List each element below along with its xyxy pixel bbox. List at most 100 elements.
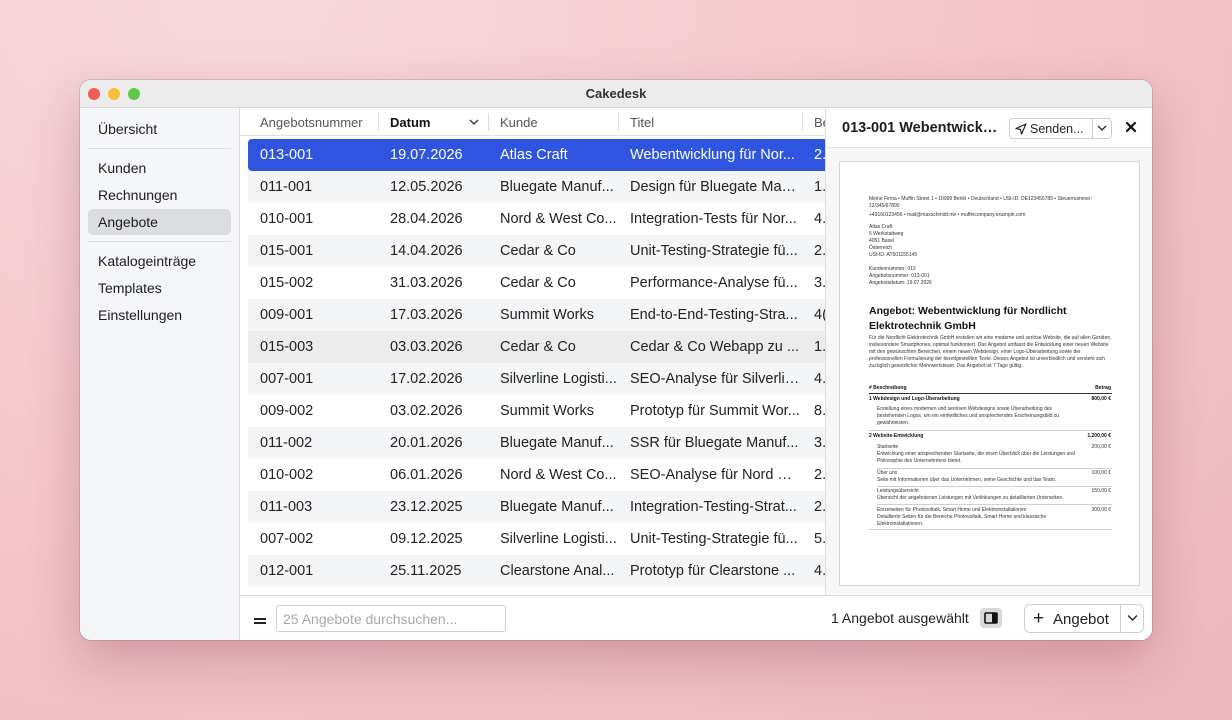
send-button[interactable]: Senden... [1009,118,1112,139]
cell-amount: 5. [814,531,825,547]
column-divider[interactable] [488,113,489,131]
column-divider[interactable] [378,113,379,131]
cell-amount: 8. [814,403,825,419]
table-row[interactable]: 015-003 03.03.2026 Cedar & Co Cedar & Co… [248,331,825,363]
doc-rule [877,486,1112,487]
column-header-betrag[interactable]: Be [814,115,825,130]
table-row[interactable]: 007-001 17.02.2026 Silverline Logisti...… [248,363,825,395]
table-row[interactable]: 015-001 14.04.2026 Cedar & Co Unit-Testi… [248,235,825,267]
cell-number: 010-001 [260,211,314,227]
table-row[interactable]: 010-001 28.04.2026 Nord & West Co... Int… [248,203,825,235]
column-header-titel[interactable]: Titel [630,115,654,130]
table-row[interactable]: 009-001 17.03.2026 Summit Works End-to-E… [248,299,825,331]
bottom-bar: 1 Angebot ausgewählt + Angebot [240,595,1152,640]
doc-rule [869,529,1112,530]
chevron-down-icon[interactable] [1097,125,1107,132]
table-row[interactable]: 007-002 09.12.2025 Silverline Logisti...… [248,523,825,555]
doc-meta-line: Kundennummer: 013 [869,266,916,272]
cell-customer: Atlas Craft [500,147,568,163]
cell-title: Integration-Tests für Nor... [630,211,797,227]
cell-amount: 2. [814,499,825,515]
table-row[interactable]: 011-003 23.12.2025 Bluegate Manuf... Int… [248,491,825,523]
sidebar-item-rechnungen[interactable]: Rechnungen [88,182,231,208]
table-row[interactable]: 009-002 03.02.2026 Summit Works Prototyp… [248,395,825,427]
send-icon [1015,123,1027,135]
sidebar-item-templates[interactable]: Templates [88,275,231,301]
cell-customer: Silverline Logisti... [500,371,617,387]
table-row[interactable]: 010-002 06.01.2026 Nord & West Co... SEO… [248,459,825,491]
cell-amount: 4( [814,307,825,323]
sidebar-separator [88,148,231,149]
sidebar-item-kunden[interactable]: Kunden [88,155,231,181]
doc-subitem-amount: 300,00 € [1091,507,1111,513]
document-preview[interactable]: Meine Firma • Muffin Street 1 • 10999 Be… [839,161,1140,586]
table-row[interactable]: 015-002 31.03.2026 Cedar & Co Performanc… [248,267,825,299]
button-divider [1092,119,1093,138]
table-row[interactable]: 013-001 19.07.2026 Atlas Craft Webentwic… [248,139,825,171]
detail-panel-toggle-icon[interactable] [980,608,1002,628]
plus-icon: + [1033,608,1045,629]
cell-number: 012-001 [260,563,314,579]
cell-date: 12.05.2026 [390,179,463,195]
column-header-datum[interactable]: Datum [390,115,430,130]
title-bar: Cakedesk [80,80,1152,108]
offers-table: Angebotsnummer Datum Kunde Titel Be 013-… [240,108,825,595]
cell-date: 19.07.2026 [390,147,463,163]
cell-date: 03.03.2026 [390,339,463,355]
doc-item-amount: 1.200,00 € [1087,433,1111,439]
add-offer-button[interactable]: + Angebot [1024,604,1144,633]
detail-panel: 013-001 Webentwicklung für Nordlicht Ele… [825,108,1152,595]
sidebar-item-uebersicht[interactable]: Übersicht [88,116,231,142]
cell-date: 17.02.2026 [390,371,463,387]
cell-amount: 1. [814,339,825,355]
cell-date: 28.04.2026 [390,211,463,227]
cell-title: Prototyp für Clearstone ... [630,563,796,579]
table-row[interactable]: 011-001 12.05.2026 Bluegate Manuf... Des… [248,171,825,203]
doc-contact-line: +49160123456 • mail@maxschmidt.me • muff… [869,212,1026,218]
cell-customer: Bluegate Manuf... [500,179,614,195]
doc-subitem-title: Leistungsübersicht [877,488,919,494]
cell-number: 009-002 [260,403,314,419]
cell-number: 007-002 [260,531,314,547]
chevron-down-icon[interactable] [468,115,480,129]
cell-date: 31.03.2026 [390,275,463,291]
cell-customer: Clearstone Anal... [500,563,615,579]
column-divider[interactable] [802,113,803,131]
cell-amount: 4. [814,371,825,387]
table-row[interactable]: 012-001 25.11.2025 Clearstone Anal... Pr… [248,555,825,587]
column-header-angebotsnummer[interactable]: Angebotsnummer [260,115,363,130]
chevron-down-icon[interactable] [1127,614,1138,622]
doc-heading: Angebot: Webentwicklung für Nordlicht El… [869,305,1067,332]
column-header-kunde[interactable]: Kunde [500,115,538,130]
cell-amount: 3. [814,435,825,451]
doc-address-line: Österreich [869,245,893,251]
search-input[interactable] [276,605,506,632]
send-button-label: Senden... [1030,122,1084,136]
cell-customer: Summit Works [500,403,594,419]
cell-number: 011-001 [260,179,313,195]
doc-col-description: # Beschreibung [869,385,907,391]
sidebar-item-angebote[interactable]: Angebote [88,209,231,235]
table-row[interactable]: 011-002 20.01.2026 Bluegate Manuf... SSR… [248,427,825,459]
doc-item-title: 1 Webdesign und Logo-Überarbeitung [869,396,960,402]
cell-title: Prototyp für Summit Wor... [630,403,800,419]
doc-subitem-title: Einzelseiten für Photovoltaik, Smart Hom… [877,507,1027,513]
cell-title: Unit-Testing-Strategie fü... [630,243,798,259]
cell-amount: 1. [814,179,825,195]
close-icon[interactable] [1124,120,1138,134]
app-window: Cakedesk Übersicht Kunden Rechnungen Ang… [80,80,1152,640]
cell-title: Webentwicklung für Nor... [630,147,795,163]
doc-intro: Für die Nordlicht Elektrotechnik GmbH er… [869,335,1112,369]
cell-number: 011-002 [260,435,313,451]
filter-icon[interactable] [254,618,266,625]
cell-amount: 2. [814,467,825,483]
sidebar-item-katalogeintraege[interactable]: Katalogeinträge [88,248,231,274]
cell-customer: Nord & West Co... [500,467,617,483]
window-title: Cakedesk [585,86,647,101]
doc-subitem-amount: 100,00 € [1091,470,1111,476]
doc-col-amount: Betrag [1095,385,1111,391]
cell-customer: Summit Works [500,307,594,323]
sidebar-item-einstellungen[interactable]: Einstellungen [88,302,231,328]
cell-amount: 3. [814,275,825,291]
column-divider[interactable] [618,113,619,131]
